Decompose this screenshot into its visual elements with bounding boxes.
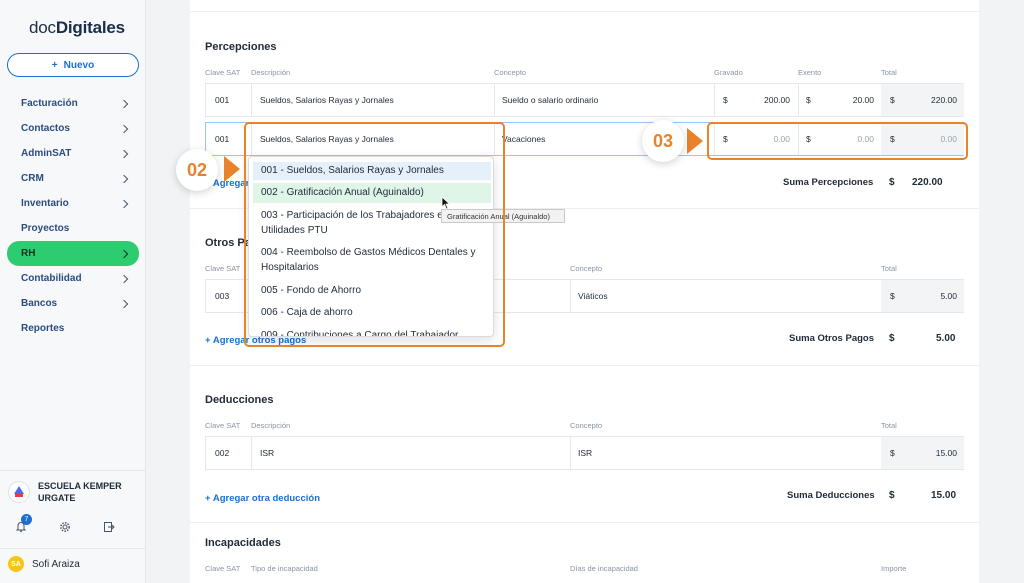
logout-icon[interactable] <box>102 520 116 534</box>
gravado-input[interactable]: 200.00 <box>746 84 790 116</box>
chevron-right-icon <box>119 249 129 258</box>
clave-cell[interactable]: 001 <box>215 123 229 155</box>
highlight-box-dropdown <box>244 122 505 347</box>
column-header: Descripción <box>251 421 291 430</box>
column-header: Clave SAT <box>205 264 241 273</box>
add-deduccion-link[interactable]: + Agregar otra deducción <box>205 493 320 504</box>
table-row[interactable]: 001 Sueldos, Salarios Rayas y Jornales S… <box>205 83 964 117</box>
sidebar-item-crm[interactable]: CRM <box>7 166 139 191</box>
total-cell: 5.00 <box>940 291 957 301</box>
user-name: Sofi Araiza <box>32 558 80 570</box>
sidebar-item-contactos[interactable]: Contactos <box>7 116 139 141</box>
chevron-right-icon <box>119 174 129 183</box>
sum-deducciones-value: 15.00 <box>931 490 957 501</box>
chevron-right-icon <box>119 299 129 308</box>
concepto-cell[interactable]: ISR <box>578 437 592 469</box>
column-header: Total <box>881 68 897 77</box>
currency-label: $ <box>890 291 895 301</box>
user-profile[interactable]: SA Sofi Araiza <box>8 556 80 572</box>
column-header: Exento <box>798 68 822 77</box>
divider <box>190 11 979 12</box>
sidebar-item-inventario[interactable]: Inventario <box>7 191 139 216</box>
avatar: SA <box>8 556 24 572</box>
sidebar-item-reportes[interactable]: Reportes <box>7 316 139 341</box>
scrollbar[interactable] <box>1008 0 1024 583</box>
sidebar-item-rh[interactable]: RH <box>7 241 139 266</box>
column-header: Total <box>881 264 897 273</box>
currency-label: $ <box>890 95 895 105</box>
clave-cell[interactable]: 002 <box>215 437 229 469</box>
arrow-right-icon <box>224 156 240 182</box>
column-header: Clave SAT <box>205 564 241 573</box>
column-header: Importe <box>881 564 907 573</box>
column-header: Clave SAT <box>205 68 241 77</box>
currency-label: $ <box>723 95 728 105</box>
sum-label: Suma Percepciones <box>783 177 874 188</box>
bell-icon[interactable]: 7 <box>14 514 32 534</box>
plus-icon: + <box>51 59 58 71</box>
column-header: Clave SAT <box>205 421 241 430</box>
column-header: Tipo de incapacidad <box>251 564 318 573</box>
clave-cell[interactable]: 001 <box>215 84 229 116</box>
column-header: Concepto <box>570 264 603 273</box>
divider <box>190 522 979 523</box>
sidebar-item-adminsat[interactable]: AdminSAT <box>7 141 139 166</box>
divider <box>0 548 146 549</box>
step-badge-02: 02 <box>176 149 218 191</box>
new-button[interactable]: + Nuevo <box>7 53 139 77</box>
column-header: Días de incapacidad <box>570 564 638 573</box>
gear-icon[interactable] <box>58 520 72 534</box>
concepto-input[interactable]: Vacaciones <box>502 123 545 155</box>
sum-percepciones-value: 220.00 <box>912 177 943 188</box>
column-header: Concepto <box>494 68 527 77</box>
notification-badge: 7 <box>21 514 32 525</box>
chevron-right-icon <box>119 274 129 283</box>
descripcion-cell[interactable]: ISR <box>260 437 274 469</box>
section-title-incapacidades: Incapacidades <box>205 537 281 549</box>
total-cell: 220.00 <box>931 95 957 105</box>
column-header: Descripción <box>251 68 291 77</box>
divider <box>0 470 146 471</box>
exento-input[interactable]: 20.00 <box>828 84 874 116</box>
currency-label: $ <box>889 333 895 344</box>
divider <box>190 365 979 366</box>
clave-cell[interactable]: 003 <box>215 280 229 312</box>
currency-label: $ <box>806 95 811 105</box>
organization-switcher[interactable]: ESCUELA KEMPER URGATE <box>8 480 138 504</box>
sidebar-item-proyectos[interactable]: Proyectos <box>7 216 139 241</box>
currency-label: $ <box>890 448 895 458</box>
descripcion-cell[interactable]: Sueldos, Salarios Rayas y Jornales <box>260 84 394 116</box>
column-header: Total <box>881 421 897 430</box>
organization-name: ESCUELA KEMPER URGATE <box>38 481 122 503</box>
sidebar: docDigitales + Nuevo Facturación Contacto… <box>0 0 146 583</box>
section-title-percepciones: Percepciones <box>205 41 277 53</box>
sidebar-nav: Facturación Contactos AdminSAT CRM Inven… <box>7 91 139 341</box>
chevron-right-icon <box>119 149 129 158</box>
chevron-right-icon <box>119 99 129 108</box>
sidebar-item-facturacion[interactable]: Facturación <box>7 91 139 116</box>
sum-label: Suma Otros Pagos <box>789 333 874 344</box>
sidebar-toolbar: 7 <box>14 514 116 534</box>
currency-label: $ <box>889 177 895 188</box>
organization-logo-icon <box>8 481 30 503</box>
highlight-box-amounts <box>707 122 968 160</box>
column-header: Concepto <box>570 421 603 430</box>
arrow-right-icon <box>687 128 703 154</box>
concepto-cell[interactable]: Viáticos <box>578 280 608 312</box>
table-row[interactable]: 002 ISR ISR $ 15.00 <box>205 436 964 470</box>
sidebar-item-contabilidad[interactable]: Contabilidad <box>7 266 139 291</box>
column-header: Gravado <box>714 68 743 77</box>
section-title-deducciones: Deducciones <box>205 394 274 406</box>
step-badge-03: 03 <box>642 120 684 162</box>
sum-otros-pagos-value: 5.00 <box>936 333 956 344</box>
sidebar-item-bancos[interactable]: Bancos <box>7 291 139 316</box>
total-cell: 15.00 <box>935 448 957 458</box>
sum-label: Suma Deducciones <box>787 490 875 501</box>
chevron-right-icon <box>119 199 129 208</box>
concepto-cell[interactable]: Sueldo o salario ordinario <box>502 84 598 116</box>
currency-label: $ <box>889 490 895 501</box>
chevron-right-icon <box>119 124 129 133</box>
brand-logo[interactable]: docDigitales <box>29 18 125 38</box>
